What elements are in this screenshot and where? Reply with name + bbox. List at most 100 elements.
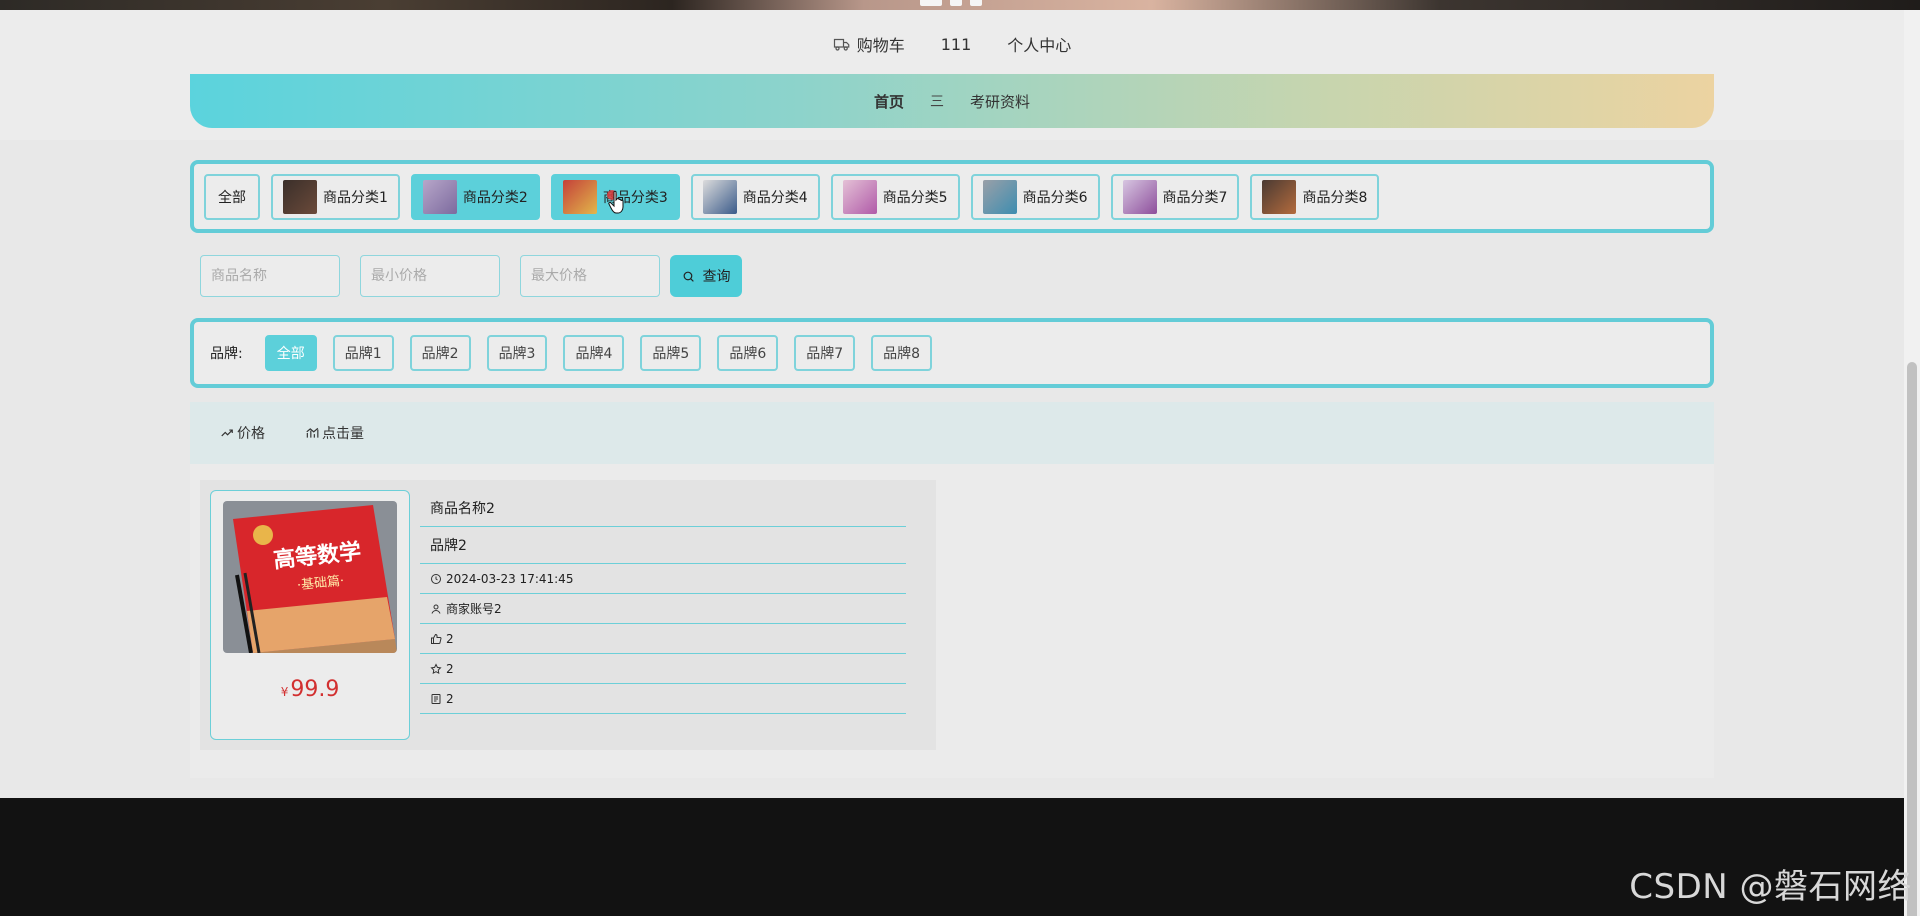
menu-home[interactable]: 首页 xyxy=(874,91,904,112)
category-item[interactable]: 商品分类8 xyxy=(1250,174,1380,220)
brand-label: 品牌1 xyxy=(344,346,382,362)
category-thumbnail xyxy=(702,180,737,214)
product-price: ¥99.9 xyxy=(211,677,409,702)
category-label: 商品分类7 xyxy=(1162,190,1228,206)
watermark: CSDN @磐石网络 xyxy=(1629,867,1912,907)
brand-item[interactable]: 品牌6 xyxy=(717,335,779,371)
cart-link[interactable]: 购物车 xyxy=(833,32,905,56)
brand-label: 品牌3 xyxy=(498,346,536,362)
carousel-indicators[interactable] xyxy=(920,0,982,6)
brand-item[interactable]: 品牌7 xyxy=(794,335,856,371)
hand-cursor-icon xyxy=(607,190,624,214)
search-button[interactable]: 查询 xyxy=(670,255,742,297)
currency-symbol: ¥ xyxy=(280,685,289,699)
header: 购物车 111 个人中心 首页 三 考研资料 xyxy=(0,10,1904,140)
category-item[interactable]: 商品分类5 xyxy=(830,174,960,220)
product-brand: 品牌2 xyxy=(430,538,467,554)
category-thumbnail xyxy=(283,180,317,214)
top-nav: 购物车 111 个人中心 xyxy=(0,32,1904,56)
main-menu: 首页 三 考研资料 xyxy=(190,74,1714,128)
sort-bar: 价格 点击量 xyxy=(190,402,1714,464)
max-price-input[interactable] xyxy=(520,255,660,297)
product-time-row: 2024-03-23 17:41:45 xyxy=(420,564,906,594)
profile-link[interactable]: 个人中心 xyxy=(1007,32,1071,56)
footer xyxy=(0,798,1904,916)
category-thumbnail xyxy=(982,180,1017,214)
brand-item[interactable]: 品牌8 xyxy=(871,335,933,371)
brand-all[interactable]: 全部 xyxy=(264,335,317,371)
trend-up-icon xyxy=(221,429,233,437)
brand-label: 品牌4 xyxy=(575,346,613,362)
book-cover-image: 高等数学 ·基础篇· xyxy=(223,501,397,653)
brand-label: 品牌7 xyxy=(806,346,844,362)
category-item[interactable]: 商品分类7 xyxy=(1110,174,1240,220)
price-value: 99.9 xyxy=(290,677,340,702)
page-scrollbar[interactable] xyxy=(1904,0,1920,916)
product-favorites-row: 2 xyxy=(420,654,906,684)
clock-icon xyxy=(431,573,441,584)
product-comments: 2 xyxy=(446,691,454,706)
category-label: 全部 xyxy=(218,190,246,206)
product-comments-row: 2 xyxy=(420,684,906,714)
category-thumbnail xyxy=(422,180,457,214)
category-label: 商品分类4 xyxy=(742,190,808,206)
product-favorites: 2 xyxy=(446,661,454,676)
scrollbar-thumb[interactable] xyxy=(1907,362,1917,916)
category-all[interactable]: 全部 xyxy=(204,174,260,220)
sort-by-clicks[interactable]: 点击量 xyxy=(305,423,364,443)
thumbs-up-icon xyxy=(431,633,442,644)
search-icon xyxy=(683,271,694,282)
brand-label: 全部 xyxy=(276,346,305,362)
sort-by-price[interactable]: 价格 xyxy=(220,423,265,443)
category-label: 商品分类6 xyxy=(1022,190,1088,206)
brand-label: 品牌5 xyxy=(652,346,690,362)
category-thumbnail xyxy=(1122,180,1157,214)
sort-clicks-label: 点击量 xyxy=(322,426,364,442)
product-seller: 商家账号2 xyxy=(446,602,502,616)
category-label: 商品分类1 xyxy=(323,190,388,206)
menu-exam-materials[interactable]: 考研资料 xyxy=(970,91,1030,112)
menu-separator-icon: 三 xyxy=(930,94,944,110)
brand-filter: 品牌: 全部 品牌1 品牌2 品牌3 品牌4 品牌5 品牌6 品牌7 品牌8 xyxy=(190,318,1714,388)
sort-price-label: 价格 xyxy=(237,426,265,442)
username-link[interactable]: 111 xyxy=(941,32,972,56)
product-image[interactable]: 高等数学 ·基础篇· xyxy=(223,501,397,653)
star-icon xyxy=(430,662,442,674)
truck-icon xyxy=(833,38,850,51)
category-label: 商品分类2 xyxy=(462,190,528,206)
brand-item[interactable]: 品牌5 xyxy=(640,335,702,371)
product-name[interactable]: 商品名称2 xyxy=(430,498,495,518)
category-thumbnail xyxy=(842,180,877,214)
product-likes: 2 xyxy=(446,631,454,646)
min-price-input[interactable] xyxy=(360,255,500,297)
product-brand-row: 品牌2 xyxy=(420,527,906,564)
category-label: 商品分类8 xyxy=(1302,190,1368,206)
product-info: 商品名称2 品牌2 2024-03-23 17:41:45 商家账号2 2 2 xyxy=(420,490,906,714)
comment-icon xyxy=(431,693,441,704)
carousel-dot[interactable] xyxy=(950,0,962,6)
brand-label: 品牌6 xyxy=(729,346,767,362)
category-item[interactable]: 商品分类1 xyxy=(271,174,400,220)
category-item[interactable]: 商品分类4 xyxy=(690,174,820,220)
category-item[interactable]: 商品分类6 xyxy=(970,174,1100,220)
category-filter: 全部 商品分类1 商品分类2 商品分类3 商品分类4 商品分类5 商品分类6 商品分类7 商品… xyxy=(190,160,1714,233)
product-likes-row: 2 xyxy=(420,624,906,654)
product-list: 高等数学 ·基础篇· ¥99.9 商品名称2 品牌2 2024-03-23 17… xyxy=(190,464,1714,778)
brand-label: 品牌2 xyxy=(421,346,459,362)
brand-item[interactable]: 品牌1 xyxy=(332,335,394,371)
carousel-dot[interactable] xyxy=(920,0,942,6)
product-name-input[interactable] xyxy=(200,255,340,297)
product-image-box[interactable]: 高等数学 ·基础篇· ¥99.9 xyxy=(210,490,410,740)
brand-item[interactable]: 品牌3 xyxy=(486,335,548,371)
banner-carousel xyxy=(0,0,1920,10)
product-datetime: 2024-03-23 17:41:45 xyxy=(446,571,574,586)
user-icon xyxy=(431,604,441,614)
brand-item[interactable]: 品牌4 xyxy=(563,335,625,371)
category-item[interactable]: 商品分类2 xyxy=(410,174,540,220)
brand-item[interactable]: 品牌2 xyxy=(409,335,471,371)
product-seller-row: 商家账号2 xyxy=(420,594,906,624)
search-button-label: 查询 xyxy=(702,269,731,285)
product-card[interactable]: 高等数学 ·基础篇· ¥99.9 商品名称2 品牌2 2024-03-23 17… xyxy=(200,480,936,750)
carousel-dot[interactable] xyxy=(970,0,982,6)
category-thumbnail xyxy=(562,180,597,214)
